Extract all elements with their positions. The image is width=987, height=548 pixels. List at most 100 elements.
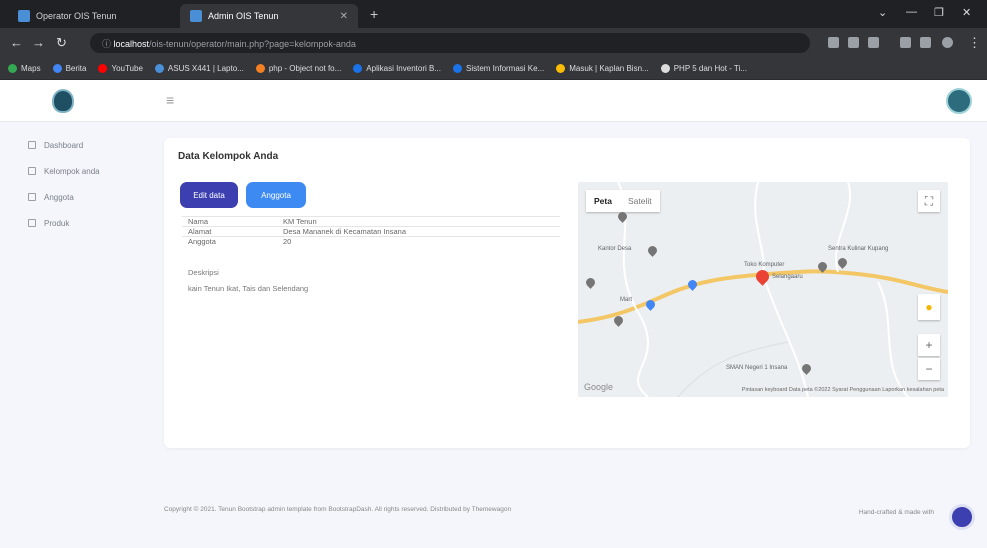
poi-label: Kantor Desa	[598, 246, 632, 252]
bookmark-php[interactable]: php - Object not fo...	[255, 64, 341, 73]
settings-fab[interactable]	[949, 504, 975, 530]
description-text: kain Tenun Ikat, Tais dan Selendang	[188, 284, 309, 293]
tab-close-icon[interactable]: ✕	[340, 11, 348, 22]
drive-icon	[154, 64, 164, 73]
map-type-toggle: Peta Satelit	[586, 190, 660, 212]
extensions-icon[interactable]	[900, 37, 911, 48]
road	[877, 281, 909, 397]
map-type-satelit[interactable]: Satelit	[620, 196, 660, 206]
tab-title: Admin OIS Tenun	[208, 11, 279, 21]
page-title: Data Kelompok Anda	[178, 151, 279, 162]
info-key: Alamat	[182, 226, 277, 237]
url-host: localhost	[113, 39, 150, 49]
tab-favicon-icon	[190, 10, 202, 22]
bookmark-maps[interactable]: Maps	[8, 64, 41, 73]
tab-search-icon[interactable]: ⌄	[878, 6, 887, 19]
sidebar-item-label: Produk	[44, 218, 70, 228]
minimize-icon[interactable]: —	[906, 6, 917, 18]
address-bar-row: ← → ↻ ⓘ localhost/ois-tenun/operator/mai…	[0, 28, 987, 58]
google-logo: Google	[584, 382, 614, 392]
browser-tabbar: Operator OIS Tenun Admin OIS Tenun ✕ + ⌄…	[0, 0, 987, 28]
bookmarks-bar: Maps Berita YouTube ASUS X441 | Lapto...…	[0, 58, 987, 80]
product-icon	[28, 219, 36, 227]
road	[754, 182, 765, 275]
stackoverflow-icon	[255, 64, 265, 73]
bookmark-star-icon[interactable]	[868, 37, 879, 48]
sidebar-item-dashboard[interactable]: Dashboard	[28, 138, 83, 152]
close-window-icon[interactable]: ✕	[962, 6, 971, 19]
bookmark-berita[interactable]: Berita	[52, 64, 86, 73]
url-input[interactable]: ⓘ localhost/ois-tenun/operator/main.php?…	[90, 33, 810, 53]
road	[762, 273, 809, 397]
sidebar-item-produk[interactable]: Produk	[28, 216, 69, 230]
map-type-peta[interactable]: Peta	[586, 196, 620, 206]
sidebar-item-label: Anggota	[44, 192, 74, 202]
group-data-card: Data Kelompok Anda Edit data Anggota Nam…	[164, 138, 970, 448]
dashboard-icon	[28, 141, 36, 149]
description-label: Deskripsi	[188, 268, 219, 277]
sidepanel-icon[interactable]	[920, 37, 931, 48]
menu-kebab-icon[interactable]: ⋮	[968, 35, 981, 51]
user-avatar[interactable]	[946, 88, 972, 114]
profile-icon[interactable]	[942, 37, 953, 48]
map-attribution[interactable]: Pintasan keyboard Data peta ©2022 Syarat…	[742, 387, 944, 393]
sidebar-item-kelompok[interactable]: Kelompok anda	[28, 164, 100, 178]
zoom-out-icon[interactable]: −	[918, 358, 940, 380]
tab-favicon-icon	[18, 10, 30, 22]
bookmark-sistem[interactable]: Sistem Informasi Ke...	[453, 64, 544, 73]
group-info-table: Nama KM Tenun Alamat Desa Mananek di Kec…	[182, 216, 560, 247]
members-icon	[28, 193, 36, 201]
bookmark-asus[interactable]: ASUS X441 | Lapto...	[154, 64, 244, 73]
bookmark-masuk[interactable]: Masuk | Kaplan Bisn...	[556, 64, 649, 73]
sidebar-item-label: Kelompok anda	[44, 166, 100, 176]
url-path: /ois-tenun/operator/main.php?page=kelomp…	[149, 39, 356, 49]
group-icon	[28, 167, 36, 175]
browser-tab-admin[interactable]: Admin OIS Tenun ✕	[180, 4, 358, 28]
reload-icon[interactable]: ↻	[56, 35, 67, 51]
page-icon	[453, 64, 462, 73]
bookmark-php5[interactable]: PHP 5 dan Hot - Ti...	[660, 64, 747, 73]
info-value: 20	[277, 236, 560, 247]
back-icon[interactable]: ←	[10, 35, 23, 50]
bookmark-aplikasi[interactable]: Aplikasi Inventori B...	[353, 64, 441, 73]
pegman-icon[interactable]: ●	[918, 294, 940, 320]
news-icon	[52, 64, 62, 73]
poi-label: Toko Komputer	[744, 262, 785, 268]
info-key: Anggota	[182, 236, 277, 247]
google-map[interactable]: Peta Satelit ⛶ ● + − Kantor Desa Mart Se…	[578, 182, 948, 397]
info-key: Nama	[182, 216, 277, 227]
forward-icon[interactable]: →	[32, 35, 45, 50]
menu-toggle-icon[interactable]: ≡	[166, 92, 174, 108]
edit-data-button[interactable]: Edit data	[180, 182, 238, 208]
marker-label: Selangaaru	[772, 274, 803, 280]
globe-icon	[660, 64, 670, 73]
sidebar-item-label: Dashboard	[44, 140, 84, 150]
youtube-icon	[98, 64, 108, 73]
page-icon	[353, 64, 363, 73]
maximize-icon[interactable]: ❐	[934, 6, 944, 19]
browser-tab-operator[interactable]: Operator OIS Tenun	[8, 4, 156, 28]
new-tab-icon[interactable]: +	[370, 6, 378, 22]
zoom-icon[interactable]	[828, 37, 839, 48]
share-icon[interactable]	[848, 37, 859, 48]
zoom-in-icon[interactable]: +	[918, 334, 940, 356]
bookmark-youtube[interactable]: YouTube	[98, 64, 143, 73]
info-value: Desa Mananek di Kecamatan Insana	[277, 226, 560, 237]
table-row: Anggota 20	[182, 236, 560, 247]
info-value: KM Tenun	[277, 216, 560, 227]
fullscreen-icon[interactable]: ⛶	[918, 190, 940, 212]
footer-credit: Hand-crafted & made with	[858, 509, 934, 516]
footer-copyright: Copyright © 2021. Tenun Bootstrap admin …	[164, 506, 512, 513]
app-logo[interactable]	[52, 89, 74, 113]
sidebar: Dashboard Kelompok anda Anggota Produk	[0, 122, 148, 548]
poi-label: Mart	[620, 297, 632, 303]
maps-icon	[8, 64, 17, 73]
table-row: Nama KM Tenun	[182, 216, 560, 227]
poi-label: SMAN Negeri 1 Insana	[726, 365, 788, 371]
page-icon	[556, 64, 566, 73]
anggota-button[interactable]: Anggota	[246, 182, 306, 208]
tab-title: Operator OIS Tenun	[36, 11, 117, 21]
table-row: Alamat Desa Mananek di Kecamatan Insana	[182, 226, 560, 237]
app-header: ≡	[0, 80, 987, 122]
sidebar-item-anggota[interactable]: Anggota	[28, 190, 74, 204]
